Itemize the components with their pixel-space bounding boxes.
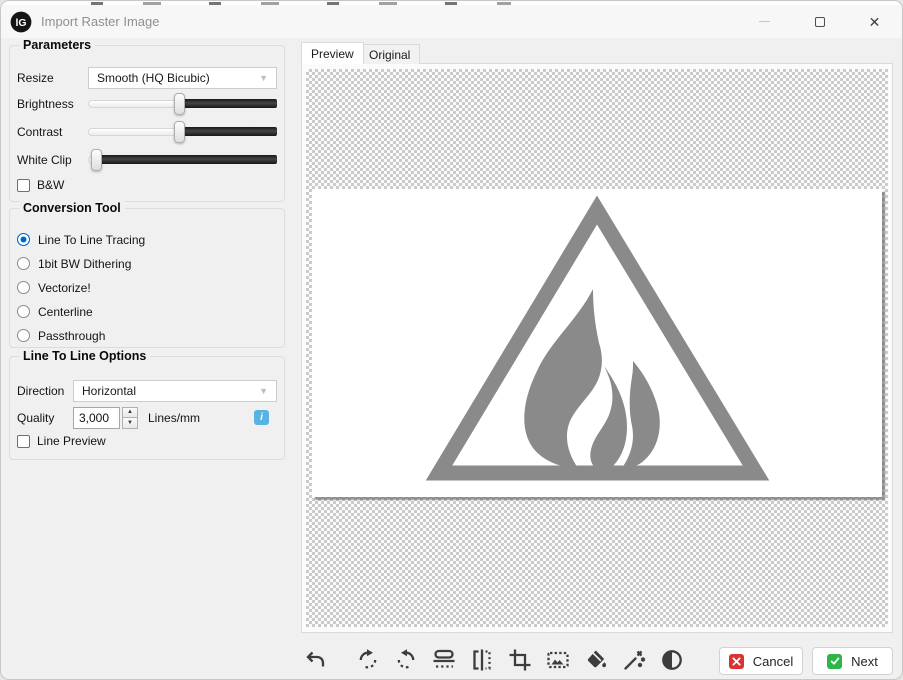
title-bar: lG Import Raster Image ✕: [1, 5, 902, 38]
undo-icon[interactable]: [302, 646, 329, 674]
radio-line-to-line-tracing[interactable]: Line To Line Tracing: [17, 231, 277, 248]
flip-horizontal-icon[interactable]: [468, 646, 495, 674]
radio-icon: [17, 329, 30, 342]
slider-groove: [88, 128, 179, 136]
crop-icon[interactable]: [506, 646, 533, 674]
auto-trim-icon[interactable]: [544, 646, 571, 674]
quality-stepper: ▲ ▼: [122, 407, 138, 429]
quality-input[interactable]: 3,000: [73, 407, 120, 429]
fill-icon[interactable]: [582, 646, 609, 674]
spin-down-button[interactable]: ▼: [122, 418, 138, 429]
slider-groove: [88, 100, 179, 108]
line-options-group-title: Line To Line Options: [19, 349, 150, 363]
next-button[interactable]: Next: [812, 647, 893, 675]
radio-icon: [17, 257, 30, 270]
resize-row: Resize Smooth (HQ Bicubic) ▼: [17, 66, 277, 89]
line-preview-row: Line Preview: [17, 433, 277, 449]
bw-row: B&W: [17, 177, 277, 193]
white-clip-label: White Clip: [17, 153, 88, 167]
brightness-label: Brightness: [17, 97, 88, 111]
radio-passthrough[interactable]: Passthrough: [17, 327, 277, 344]
next-label: Next: [851, 654, 878, 669]
bw-checkbox[interactable]: [17, 179, 30, 192]
flip-vertical-icon[interactable]: [430, 646, 457, 674]
resize-dropdown[interactable]: Smooth (HQ Bicubic) ▼: [88, 67, 277, 89]
minimize-button[interactable]: [737, 5, 792, 38]
next-check-icon: [827, 654, 842, 669]
chevron-down-icon: ▼: [259, 73, 268, 83]
maximize-button[interactable]: [792, 5, 847, 38]
flammable-warning-sign: [312, 189, 882, 497]
slider-thumb[interactable]: [91, 149, 102, 171]
tab-preview[interactable]: Preview: [301, 42, 364, 64]
close-button[interactable]: ✕: [847, 5, 902, 38]
maximize-icon: [815, 17, 825, 27]
contrast-slider[interactable]: [88, 121, 277, 143]
tab-label: Original: [369, 48, 410, 62]
radio-icon: [17, 281, 30, 294]
svg-text:lG: lG: [15, 16, 26, 28]
slider-thumb[interactable]: [174, 121, 185, 143]
conversion-tool-group: Conversion Tool Line To Line Tracing 1bi…: [9, 208, 285, 348]
contrast-row: Contrast: [17, 121, 277, 143]
brightness-slider[interactable]: [88, 93, 277, 115]
lasergrbl-logo-icon: lG: [10, 11, 32, 33]
quality-unit-label: Lines/mm: [148, 411, 200, 425]
cancel-x-icon: [729, 654, 744, 669]
radio-1bit-bw-dithering[interactable]: 1bit BW Dithering: [17, 255, 277, 272]
spin-up-button[interactable]: ▲: [122, 407, 138, 419]
contrast-label: Contrast: [17, 125, 88, 139]
direction-value: Horizontal: [82, 384, 136, 398]
bw-label: B&W: [37, 178, 64, 192]
brightness-row: Brightness: [17, 93, 277, 115]
info-icon[interactable]: i: [254, 410, 269, 425]
slider-filled-track: [179, 127, 277, 136]
direction-label: Direction: [17, 384, 73, 398]
transparency-checkerboard: [306, 69, 888, 627]
chevron-down-icon: ▼: [259, 386, 268, 396]
resize-label: Resize: [17, 71, 88, 85]
window-controls: ✕: [737, 5, 902, 38]
conversion-tool-group-title: Conversion Tool: [19, 201, 125, 215]
white-clip-row: White Clip: [17, 149, 277, 171]
rotate-counterclockwise-icon[interactable]: [392, 646, 419, 674]
window-title: Import Raster Image: [41, 14, 160, 29]
slider-filled-track: [179, 99, 277, 108]
radio-vectorize[interactable]: Vectorize!: [17, 279, 277, 296]
resize-value: Smooth (HQ Bicubic): [97, 71, 210, 85]
radio-icon: [17, 305, 30, 318]
line-preview-checkbox[interactable]: [17, 435, 30, 448]
radio-label: 1bit BW Dithering: [38, 257, 131, 271]
quality-row: Quality 3,000 ▲ ▼ Lines/mm i: [17, 406, 277, 429]
radio-label: Centerline: [38, 305, 93, 319]
rotate-clockwise-icon[interactable]: [354, 646, 381, 674]
invert-icon[interactable]: [658, 646, 685, 674]
tab-original[interactable]: Original: [359, 44, 420, 64]
slider-filled-track: [96, 155, 277, 164]
cancel-button[interactable]: Cancel: [719, 647, 803, 675]
parameters-group-title: Parameters: [19, 38, 95, 52]
radio-label: Vectorize!: [38, 281, 91, 295]
slider-thumb[interactable]: [174, 93, 185, 115]
white-clip-slider[interactable]: [88, 149, 277, 171]
import-raster-dialog: lG Import Raster Image ✕ Parameters Resi…: [0, 0, 903, 680]
raster-image-preview[interactable]: [312, 189, 882, 497]
tab-label: Preview: [311, 47, 354, 61]
direction-row: Direction Horizontal ▼: [17, 379, 277, 402]
magic-wand-icon[interactable]: [620, 646, 647, 674]
minimize-icon: [759, 21, 770, 22]
quality-label: Quality: [17, 411, 73, 425]
radio-label: Passthrough: [38, 329, 105, 343]
image-toolbar: [302, 646, 696, 674]
parameters-group: Parameters Resize Smooth (HQ Bicubic) ▼ …: [9, 45, 285, 202]
line-options-group: Line To Line Options Direction Horizonta…: [9, 356, 285, 460]
radio-centerline[interactable]: Centerline: [17, 303, 277, 320]
cancel-label: Cancel: [753, 654, 793, 669]
radio-label: Line To Line Tracing: [38, 233, 145, 247]
radio-icon: [17, 233, 30, 246]
direction-dropdown[interactable]: Horizontal ▼: [73, 380, 277, 402]
line-preview-label: Line Preview: [37, 434, 106, 448]
close-icon: ✕: [869, 15, 881, 29]
preview-panel: [301, 63, 893, 633]
